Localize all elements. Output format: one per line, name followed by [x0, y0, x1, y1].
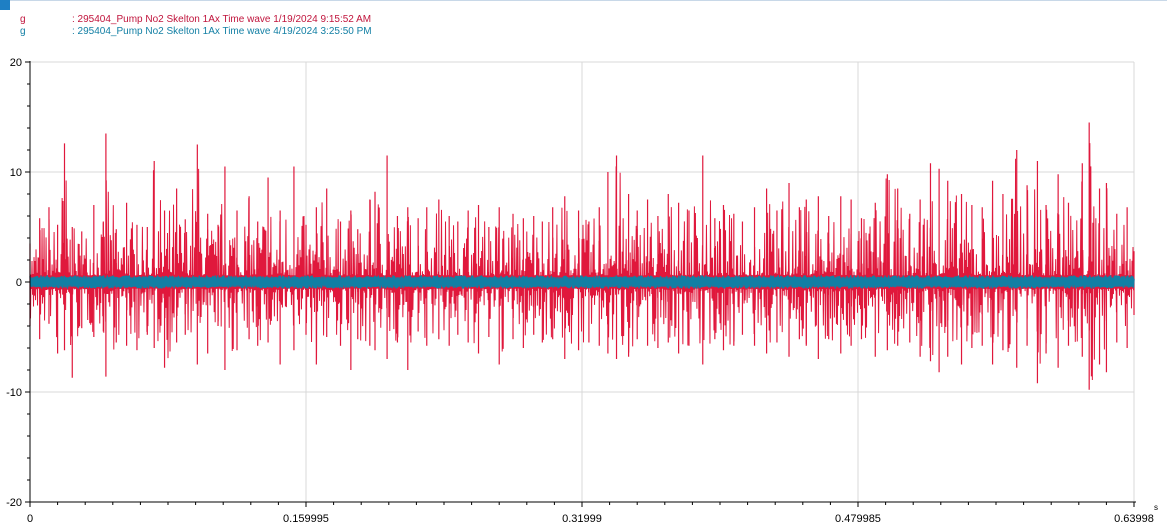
time-wave-chart: 20 10 0 -10 -20 0 0.159995 0.31999 0.479985 0.639… — [6, 57, 1158, 525]
y-tick-label: 10 — [10, 167, 22, 179]
y-tick-label: 20 — [10, 57, 22, 69]
y-tick-label: 0 — [16, 277, 22, 289]
x-tick-label: 0.479985 — [835, 513, 881, 525]
x-tick-label: 0.159995 — [283, 513, 329, 525]
x-tick-label: 0.63998 — [1114, 513, 1154, 525]
y-tick-label: -10 — [6, 387, 22, 399]
series-2-band — [30, 277, 1134, 287]
x-tick-label: 0 — [27, 513, 33, 525]
x-axis-unit-label: s — [1154, 503, 1158, 512]
y-tick-label: -20 — [6, 497, 22, 509]
x-tick-label: 0.31999 — [562, 513, 602, 525]
